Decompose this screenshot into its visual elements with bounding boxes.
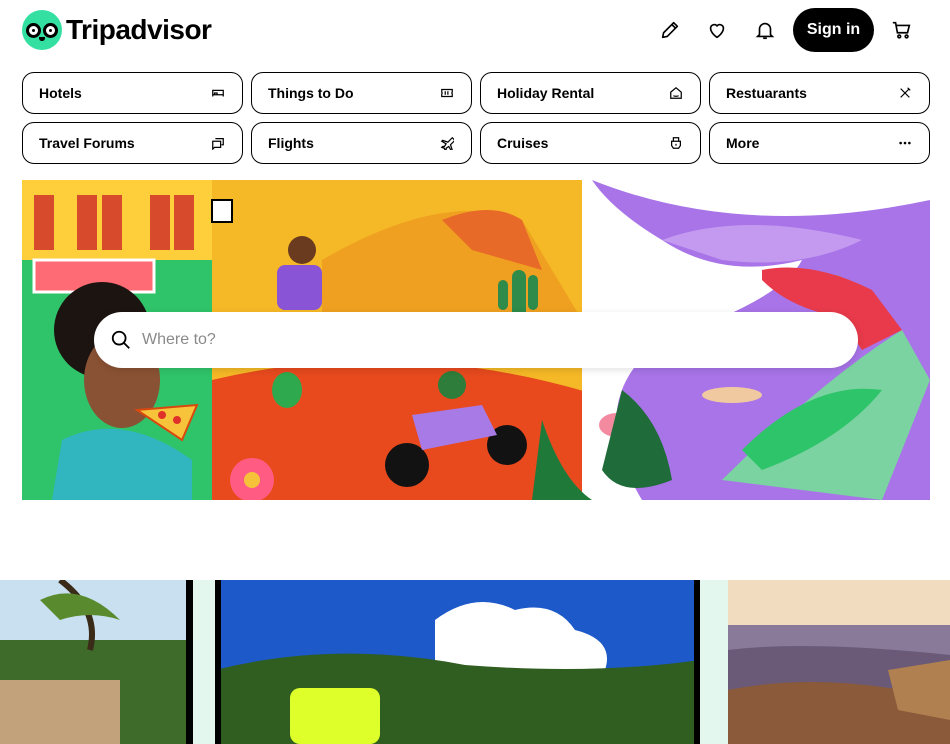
category-label: Hotels <box>39 85 82 101</box>
category-travel-forums[interactable]: Travel Forums <box>22 122 243 164</box>
featured-photos-strip <box>0 580 950 744</box>
bell-icon[interactable] <box>753 18 777 42</box>
cart-icon[interactable] <box>890 18 914 42</box>
bed-icon <box>210 85 226 101</box>
plane-icon <box>439 135 455 151</box>
more-dots-icon <box>897 135 913 151</box>
category-label: Holiday Rental <box>497 85 595 101</box>
photo-island-chair[interactable] <box>215 580 700 744</box>
photo-gap <box>700 580 728 744</box>
category-flights[interactable]: Flights <box>251 122 472 164</box>
house-icon <box>668 85 684 101</box>
photo-tropical-beach[interactable] <box>0 580 193 744</box>
owl-logo-icon <box>22 10 62 50</box>
category-label: Flights <box>268 135 314 151</box>
category-things-to-do[interactable]: Things to Do <box>251 72 472 114</box>
heart-icon[interactable] <box>705 18 729 42</box>
category-more[interactable]: More <box>709 122 930 164</box>
chat-icon <box>210 135 226 151</box>
category-label: Restuarants <box>726 85 807 101</box>
photo-canyon[interactable] <box>728 580 950 744</box>
category-cruises[interactable]: Cruises <box>480 122 701 164</box>
tripadvisor-logo[interactable]: Tripadvisor <box>22 10 212 50</box>
category-holiday-rental[interactable]: Holiday Rental <box>480 72 701 114</box>
category-hotels[interactable]: Hotels <box>22 72 243 114</box>
search-icon <box>111 330 130 349</box>
category-label: Travel Forums <box>39 135 135 151</box>
category-label: Cruises <box>497 135 549 151</box>
sign-in-button[interactable]: Sign in <box>793 8 874 52</box>
category-label: Things to Do <box>268 85 354 101</box>
site-header: Tripadvisor Sign in <box>0 0 950 64</box>
pencil-icon[interactable] <box>658 18 682 42</box>
ticket-icon <box>439 85 455 101</box>
cutlery-icon <box>897 85 913 101</box>
photo-gap <box>193 580 215 744</box>
search-bar[interactable] <box>94 312 858 368</box>
search-input[interactable] <box>142 331 822 349</box>
brand-name: Tripadvisor <box>66 14 212 45</box>
category-restaurants[interactable]: Restuarants <box>709 72 930 114</box>
category-label: More <box>726 135 760 151</box>
ship-icon <box>668 135 684 151</box>
